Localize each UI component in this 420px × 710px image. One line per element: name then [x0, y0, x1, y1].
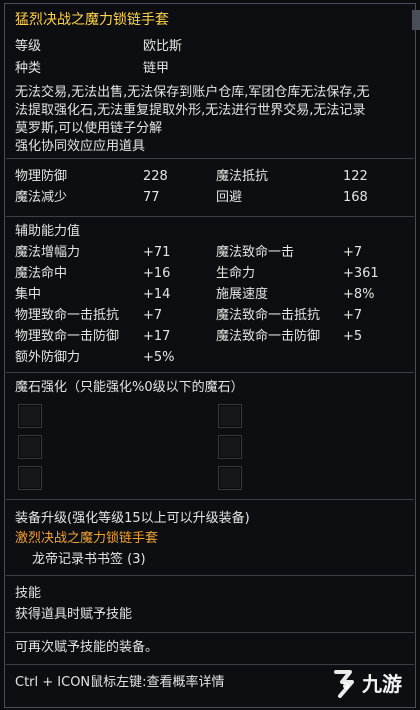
- level-value: 欧比斯: [143, 39, 183, 54]
- bonus-value: +17: [143, 329, 171, 344]
- manastone-section: 魔石强化（只能强化%0级以下的魔石）: [6, 373, 414, 500]
- bonus-label: 魔法致命一击防御: [216, 329, 321, 344]
- manastone-slot[interactable]: [18, 466, 42, 490]
- bonus-label: 魔法致命一击: [216, 245, 295, 260]
- stat-evasion-label: 回避: [216, 190, 243, 205]
- stat-magic-resist-label: 魔法抵抗: [216, 169, 269, 184]
- manastone-header: 魔石强化（只能强化%0级以下的魔石）: [15, 380, 244, 395]
- bonus-header: 辅助能力值: [15, 224, 81, 239]
- type-value: 链甲: [143, 61, 170, 76]
- upgrade-target: 激烈决战之魔力锁链手套: [15, 531, 159, 546]
- bonus-label: 施展速度: [216, 287, 269, 302]
- manastone-slot[interactable]: [218, 466, 242, 490]
- bonus-value: +7: [143, 308, 163, 323]
- hint-text: Ctrl + ICON鼠标左键:查看概率详情: [15, 675, 225, 690]
- bonus-value: +5: [343, 329, 363, 344]
- bonus-value: +5%: [143, 350, 175, 365]
- bonus-label: 魔法增幅力: [15, 245, 81, 260]
- manastone-slot[interactable]: [18, 435, 42, 459]
- bonus-value: +16: [143, 266, 171, 281]
- bonus-label: 额外防御力: [15, 350, 81, 365]
- bonus-label: 魔法命中: [15, 266, 68, 281]
- skill-section: 技能 获得道具时赋予技能: [6, 576, 414, 633]
- level-label: 等级: [15, 39, 42, 54]
- bonus-stats-section: 辅助能力值 魔法增幅力 +71 魔法致命一击 +7 魔法命中 +16 生命力 +…: [6, 217, 414, 373]
- restriction-line-2: 法提取强化石,无法重复提取外形,无法进行世界交易,无法记录: [15, 103, 366, 118]
- item-info-section: 猛烈决战之魔力锁链手套 等级 欧比斯 种类 链甲 无法交易,无法出售,无法保存到…: [6, 4, 414, 159]
- skill-desc: 获得道具时赋予技能: [15, 607, 133, 622]
- synergy-text: 强化协同效应应用道具: [15, 139, 146, 154]
- reskill-text: 可再次赋予技能的装备。: [15, 640, 159, 655]
- skill-header: 技能: [15, 586, 42, 601]
- item-name: 猛烈决战之魔力锁链手套: [15, 12, 169, 28]
- tooltip-edge-tab: [412, 10, 420, 30]
- reskill-section: 可再次赋予技能的装备。: [6, 633, 414, 665]
- type-label: 种类: [15, 61, 42, 76]
- bonus-label: 生命力: [216, 266, 256, 281]
- bonus-value: +14: [143, 287, 171, 302]
- base-stats-section: 物理防御 228 魔法抵抗 122 魔法减少 77 回避 168: [6, 159, 414, 217]
- upgrade-section: 装备升级(强化等级15以上可以升级装备) 激烈决战之魔力锁链手套 龙帝记录书书签…: [6, 500, 414, 576]
- restriction-line-1: 无法交易,无法出售,无法保存到账户仓库,军团仓库无法保存,无: [15, 85, 370, 100]
- bonus-value: +71: [143, 245, 171, 260]
- watermark-text: 九游: [361, 672, 402, 696]
- restriction-line-3: 莫罗斯,可以使用链子分解: [15, 121, 163, 136]
- stat-physical-defense-label: 物理防御: [15, 169, 68, 184]
- stat-magic-resist-value: 122: [343, 169, 368, 184]
- manastone-slot[interactable]: [218, 435, 242, 459]
- bonus-value: +7: [343, 308, 363, 323]
- bonus-label: 魔法致命一击抵抗: [216, 308, 321, 323]
- bonus-value: +361: [343, 266, 379, 281]
- bonus-value: +7: [343, 245, 363, 260]
- bonus-label: 物理致命一击抵抗: [15, 308, 120, 323]
- upgrade-material: 龙帝记录书书签 (3): [32, 552, 146, 567]
- manastone-slot[interactable]: [18, 404, 42, 428]
- bonus-value: +8%: [343, 287, 375, 302]
- watermark-logo: 九游: [328, 666, 414, 704]
- item-tooltip: 猛烈决战之魔力锁链手套 等级 欧比斯 种类 链甲 无法交易,无法出售,无法保存到…: [4, 3, 416, 708]
- upgrade-header: 装备升级(强化等级15以上可以升级装备): [15, 511, 250, 526]
- stat-magic-reduction-value: 77: [143, 190, 160, 205]
- bonus-label: 集中: [15, 287, 42, 302]
- bonus-label: 物理致命一击防御: [15, 329, 120, 344]
- nineyou-logo-icon: 九游: [334, 670, 402, 698]
- manastone-slot[interactable]: [218, 404, 242, 428]
- stat-evasion-value: 168: [343, 190, 368, 205]
- stat-magic-reduction-label: 魔法减少: [15, 190, 68, 205]
- stat-physical-defense-value: 228: [143, 169, 168, 184]
